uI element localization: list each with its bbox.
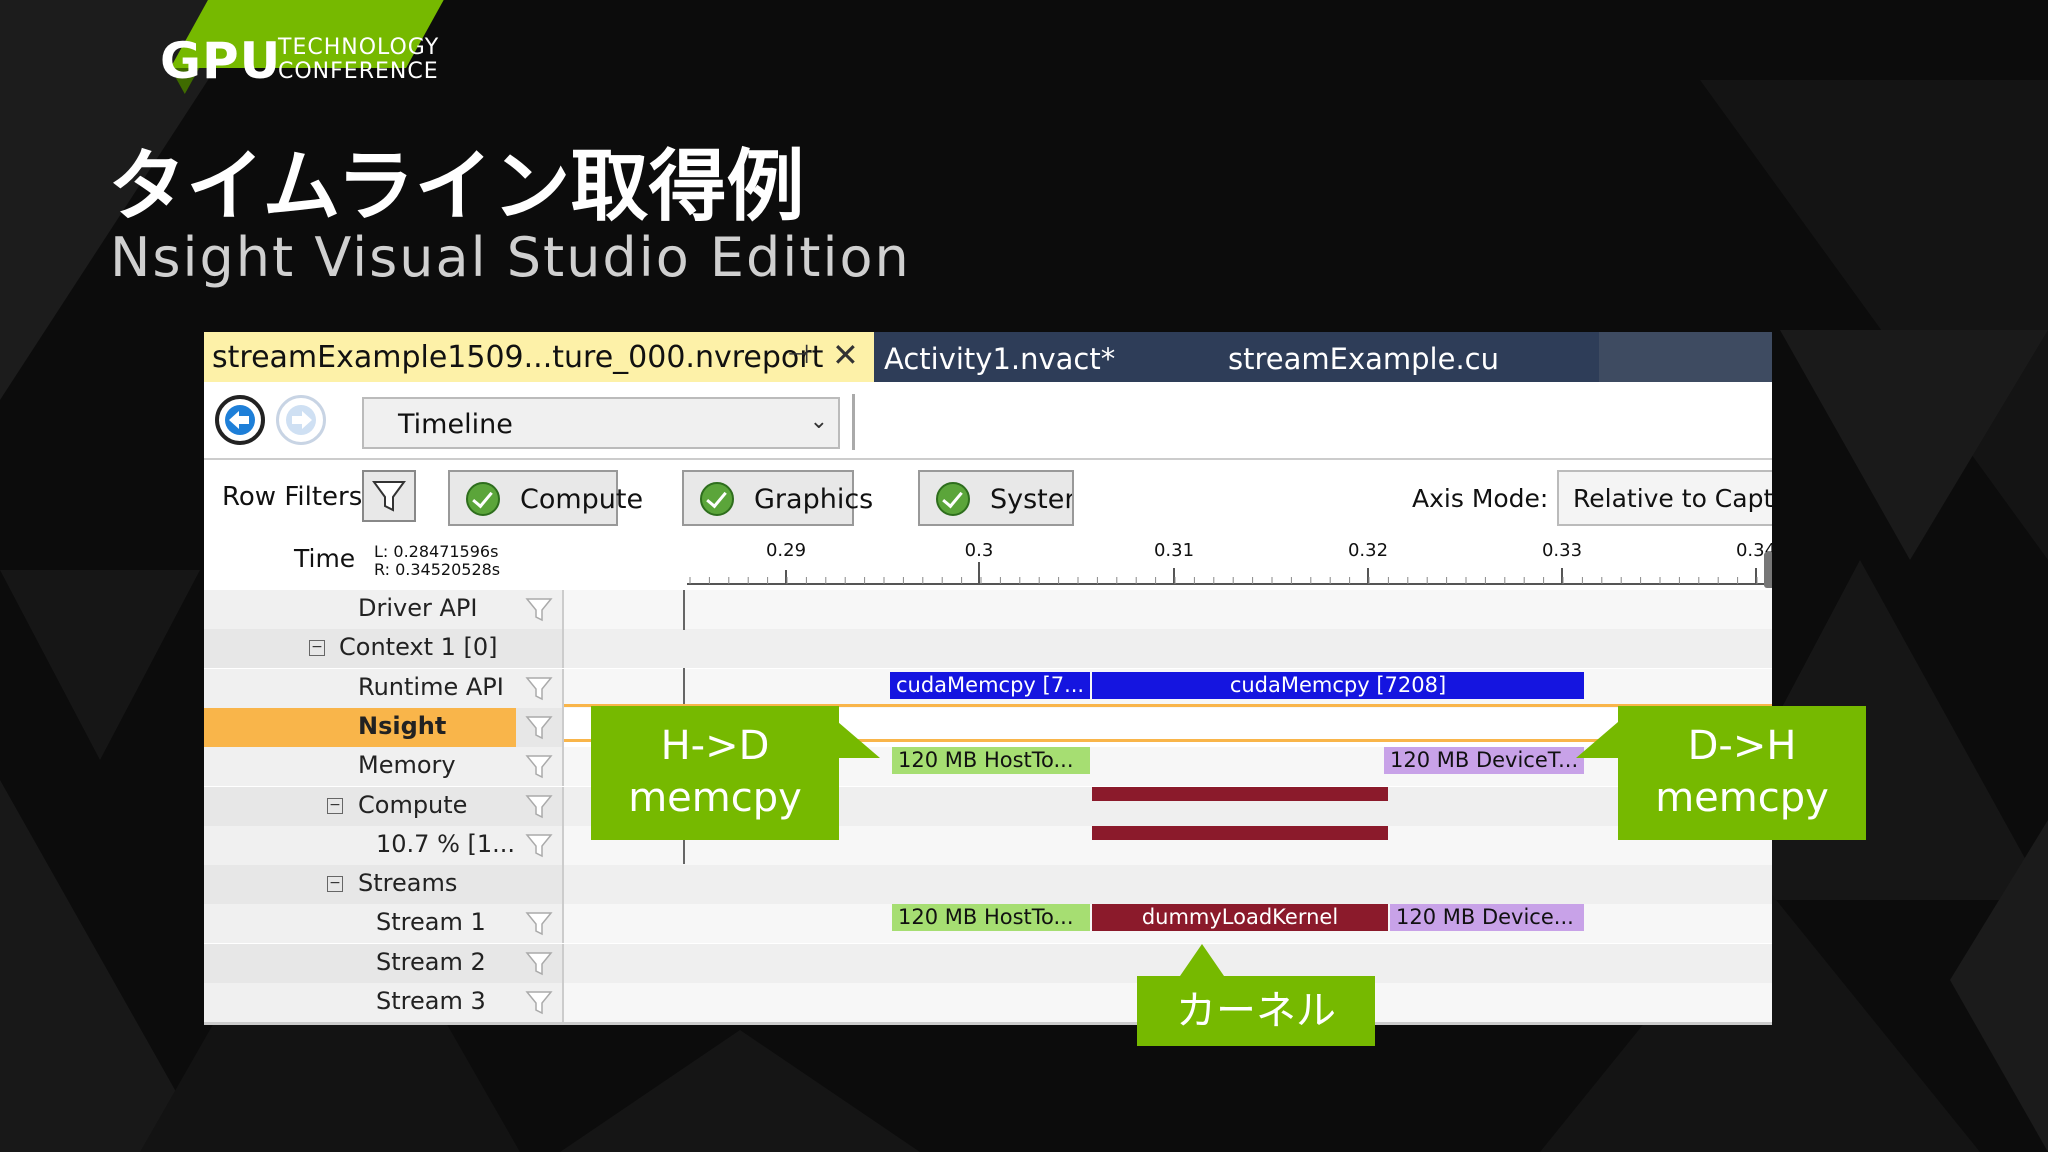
dtoh-callout-line1: D->H [1687,723,1797,769]
htod-callout-line1: H->D [660,723,770,769]
callout-pointers [838,722,1618,976]
dtoh-callout: D->H memcpy [1618,706,1866,840]
dtoh-callout-line2: memcpy [1655,775,1829,821]
htod-callout: H->D memcpy [591,706,839,840]
kernel-callout: カーネル [1137,976,1375,1046]
htod-callout-line2: memcpy [628,775,802,821]
